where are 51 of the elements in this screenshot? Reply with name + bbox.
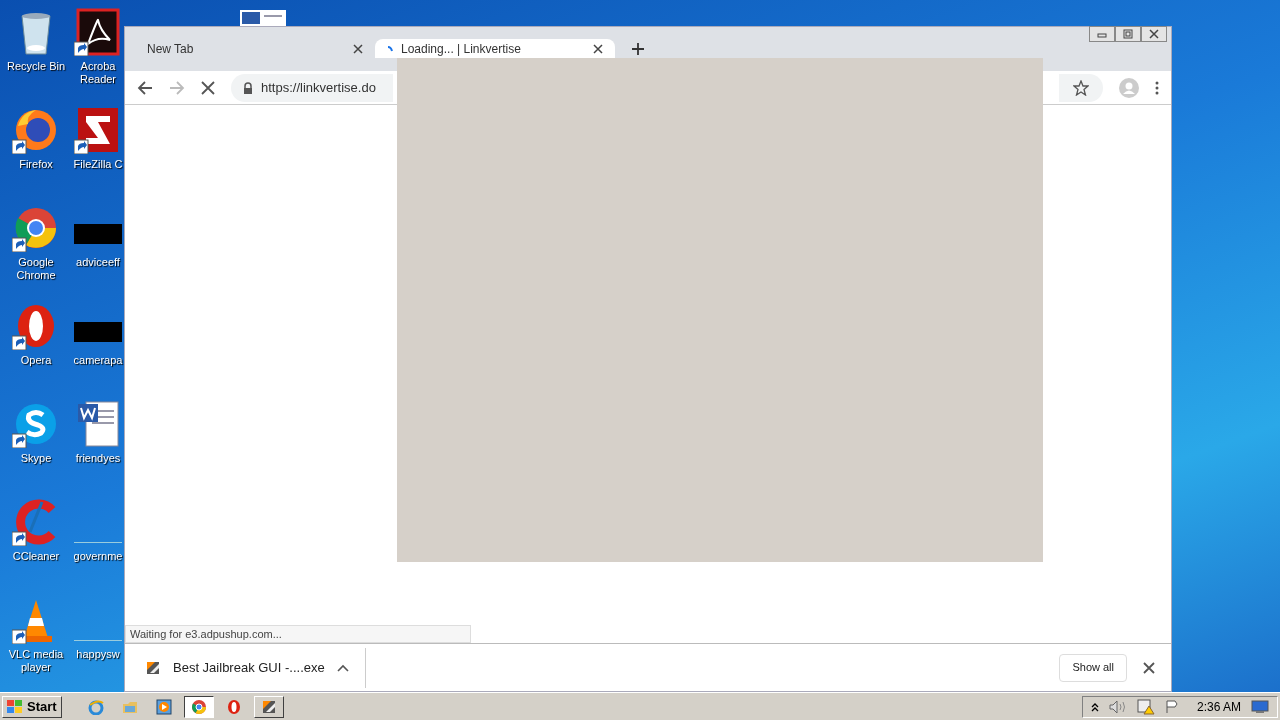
network-warning-icon[interactable] [1136, 698, 1155, 715]
icon-label: VLC media player [8, 648, 64, 674]
tab-title: Loading... | Linkvertise [401, 40, 522, 58]
star-button[interactable] [1059, 73, 1103, 102]
icon-label: Firefox [19, 158, 53, 171]
start-logo-icon [7, 699, 23, 714]
url-text: https://linkvertise.do [261, 78, 376, 97]
icon-label: camerapa [73, 354, 123, 367]
status-bubble: Waiting for e3.adpushup.com... [125, 625, 471, 643]
browser-tab[interactable]: Loading... | Linkvertise [375, 39, 615, 58]
stop-icon[interactable] [201, 80, 215, 95]
clock[interactable]: 2:36 AM [1196, 697, 1241, 716]
icon-label: Google Chrome [16, 256, 56, 282]
minimize-button[interactable] [1089, 26, 1115, 42]
icon-label: adviceeff [76, 256, 120, 269]
show-hidden-icons-icon[interactable] [1090, 701, 1099, 712]
document-icon[interactable] [240, 10, 286, 26]
icon-label: Recycle Bin [6, 60, 66, 73]
icon-label: happysw [76, 648, 120, 661]
restore-icon [1122, 29, 1134, 39]
icon-label: Skype [20, 452, 52, 465]
close-icon[interactable] [593, 43, 603, 54]
start-button[interactable]: Start [2, 695, 62, 718]
menu-icon[interactable] [1155, 80, 1159, 95]
icon-label: friendyes [75, 452, 121, 465]
flag-icon[interactable] [1164, 699, 1179, 714]
close-icon[interactable] [1143, 661, 1155, 674]
speaker-icon[interactable] [1108, 699, 1127, 714]
icon-label: Acroba Reader [79, 60, 117, 86]
jailbreak-taskbar-icon[interactable] [253, 695, 284, 718]
star-icon [1073, 79, 1089, 96]
acrobat-icon[interactable] [74, 8, 122, 56]
close-button[interactable] [1141, 26, 1167, 42]
icon-label: FileZilla C [73, 158, 123, 171]
tab-title: New Tab [147, 40, 195, 58]
caret-up-icon[interactable] [336, 663, 349, 672]
close-icon [1148, 29, 1160, 39]
address-bar[interactable]: https://linkvertise.do [231, 73, 393, 102]
download-filename[interactable]: Best Jailbreak GUI -....exe [173, 657, 325, 678]
icon-label: CCleaner [12, 550, 60, 563]
chrome-taskbar-icon[interactable] [183, 695, 214, 718]
browser-tab[interactable]: New Tab [135, 39, 375, 58]
app-file-icon [145, 659, 161, 676]
show-all-button[interactable]: Show all [1059, 653, 1127, 682]
lock-icon [243, 81, 253, 94]
back-icon[interactable] [137, 79, 153, 96]
icon-label: Opera [20, 354, 52, 367]
new-tab-icon[interactable] [631, 42, 645, 56]
show-desktop-icon[interactable] [1251, 699, 1269, 714]
icon-label: governme [73, 550, 123, 563]
close-icon[interactable] [353, 43, 363, 54]
